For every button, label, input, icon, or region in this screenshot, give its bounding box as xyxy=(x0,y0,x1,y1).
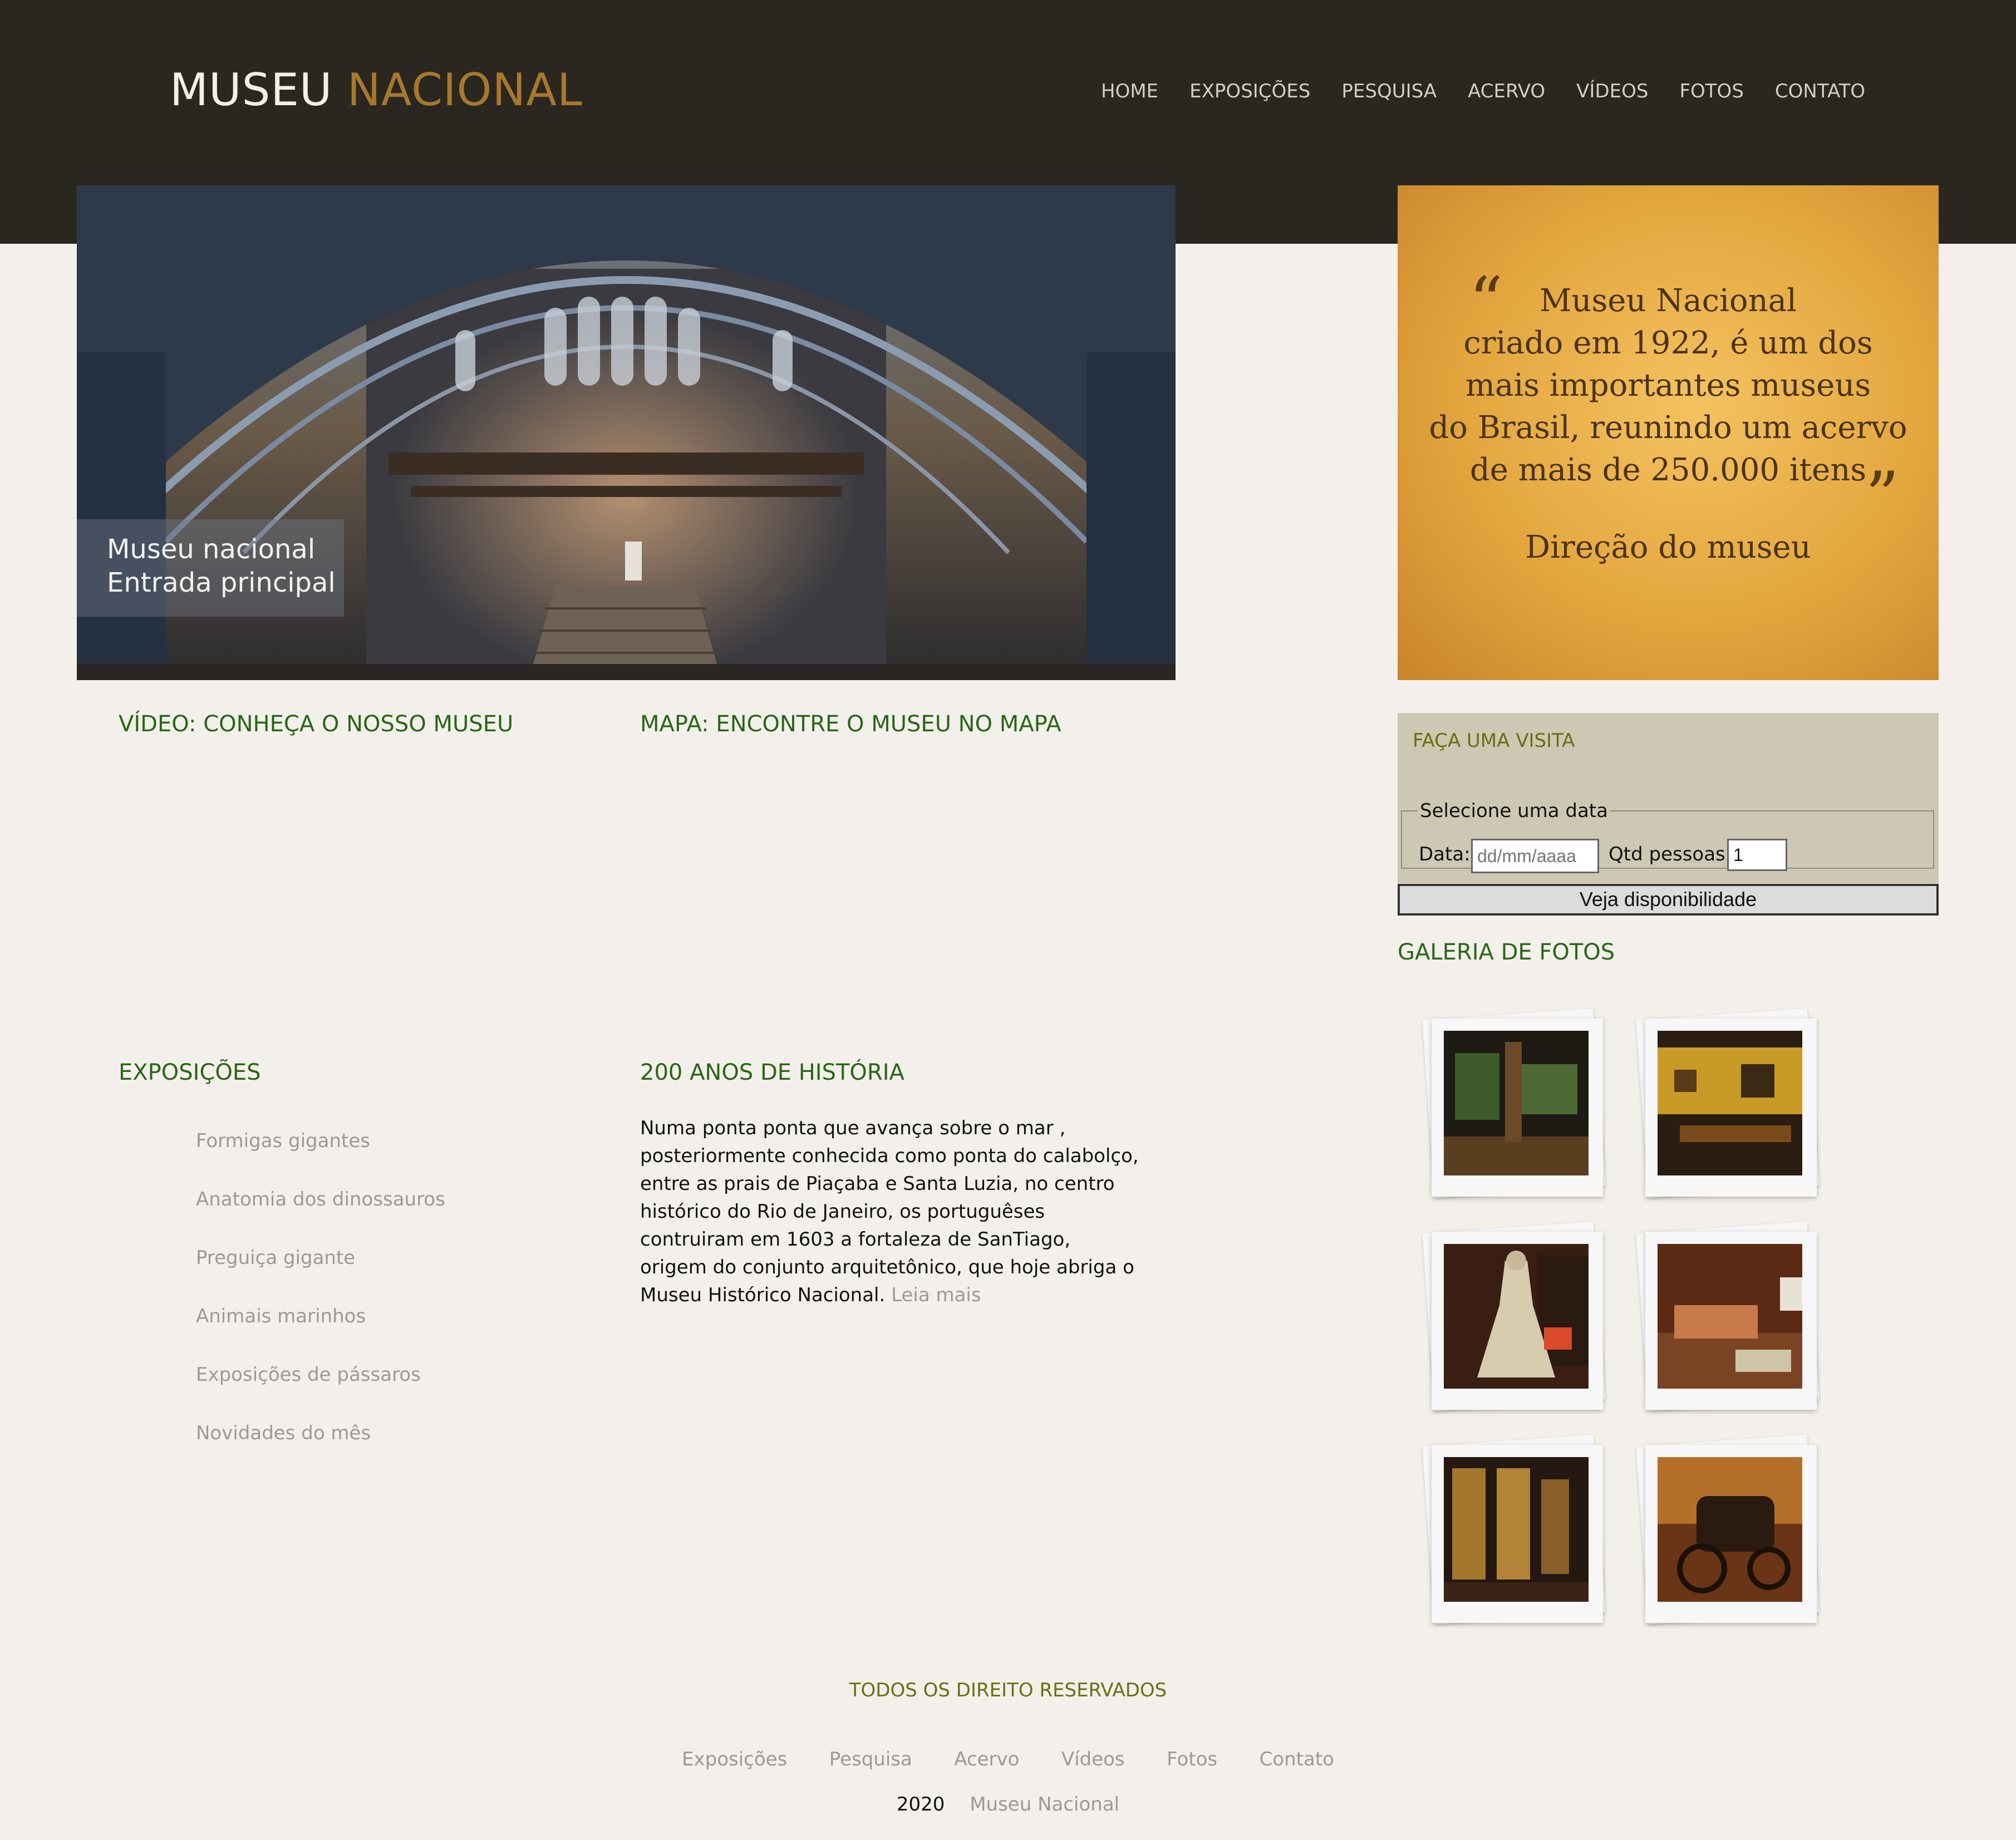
quote-close-mark: ” xyxy=(1865,458,1900,535)
history-section-title: 200 ANOS DE HISTÓRIA xyxy=(640,1060,904,1085)
exposition-link[interactable]: Anatomia dos dinossauros xyxy=(196,1188,445,1247)
main-nav: HOME EXPOSIÇÕES PESQUISA ACERVO VÍDEOS F… xyxy=(1101,80,1865,102)
visit-fieldset-legend: Selecione uma data xyxy=(1420,800,1608,822)
history-paragraph: Numa ponta ponta que avança sobre o mar … xyxy=(640,1114,1141,1309)
hero-caption-line1: Museu nacional xyxy=(107,534,316,565)
date-label: Data: xyxy=(1419,843,1471,865)
exposition-link[interactable]: Preguiça gigante xyxy=(196,1247,445,1305)
nav-home[interactable]: HOME xyxy=(1101,80,1158,102)
exposition-list: Formigas gigantes Anatomia dos dinossaur… xyxy=(196,1130,445,1480)
quote-banner: “ Museu Nacional criado em 1922, é um do… xyxy=(1398,185,1939,680)
nav-acervo[interactable]: ACERVO xyxy=(1468,80,1545,102)
gallery-dress-image xyxy=(1444,1244,1589,1389)
hero-image: Museu nacional Entrada principal xyxy=(77,185,1176,680)
quote-line: criado em 1922, é um dos xyxy=(1463,325,1873,361)
footer-site-name-link[interactable]: Museu Nacional xyxy=(970,1793,1119,1816)
quote-text: Museu Nacional criado em 1922, é um dos … xyxy=(1398,280,1939,491)
footer-link-contato[interactable]: Contato xyxy=(1260,1748,1334,1770)
quote-signature: Direção do museu xyxy=(1525,529,1811,565)
map-section-title: MAPA: ENCONTRE O MUSEU NO MAPA xyxy=(640,711,1061,737)
footer-copyright: 2020 Museu Nacional xyxy=(0,1793,2016,1816)
date-input[interactable] xyxy=(1471,839,1599,873)
gallery-hall-yellow-image xyxy=(1658,1031,1802,1175)
nav-pesquisa[interactable]: PESQUISA xyxy=(1341,80,1437,102)
gallery-photo-4[interactable] xyxy=(1636,1221,1820,1411)
gallery-photo-2[interactable] xyxy=(1636,1008,1820,1198)
read-more-link[interactable]: Leia mais xyxy=(891,1284,981,1306)
check-availability-button[interactable]: Veja disponibilidade xyxy=(1398,884,1939,916)
gallery-photo-1[interactable] xyxy=(1422,1008,1606,1198)
footer-link-pesquisa[interactable]: Pesquisa xyxy=(829,1748,912,1770)
qty-input[interactable] xyxy=(1727,839,1787,871)
quote-line: do Brasil, reunindo um acervo xyxy=(1429,410,1907,446)
footer-link-acervo[interactable]: Acervo xyxy=(954,1748,1019,1770)
nav-contato[interactable]: CONTATO xyxy=(1775,80,1865,102)
hero-caption: Museu nacional Entrada principal xyxy=(77,519,344,617)
gallery-photo-3[interactable] xyxy=(1422,1221,1606,1411)
footer-nav: Exposições Pesquisa Acervo Vídeos Fotos … xyxy=(0,1748,2016,1770)
visit-form-title: FAÇA UMA VISITA xyxy=(1413,730,1575,752)
exposition-link[interactable]: Exposições de pássaros xyxy=(196,1364,445,1422)
footer-year: 2020 xyxy=(896,1793,945,1816)
gallery-photo-6[interactable] xyxy=(1636,1434,1820,1625)
gallery-exhibit-room-image xyxy=(1658,1244,1802,1389)
footer-link-videos[interactable]: Vídeos xyxy=(1061,1748,1125,1770)
logo-word-nacional: NACIONAL xyxy=(347,64,583,116)
nav-videos[interactable]: VÍDEOS xyxy=(1576,80,1648,102)
gallery-hall-green-image xyxy=(1444,1031,1589,1175)
hero-caption-line2: Entrada principal xyxy=(107,567,336,598)
visit-date-fieldset: Selecione uma data Data: Qtd pessoas: xyxy=(1401,800,1934,873)
quote-line: mais importantes museus xyxy=(1465,367,1871,404)
nav-fotos[interactable]: FOTOS xyxy=(1679,80,1743,102)
qty-label: Qtd pessoas: xyxy=(1609,843,1732,865)
gallery-section-title: GALERIA DE FOTOS xyxy=(1398,939,1615,965)
footer-link-fotos[interactable]: Fotos xyxy=(1167,1748,1217,1770)
site-logo[interactable]: MUSEU NACIONAL xyxy=(170,64,583,116)
history-text: Numa ponta ponta que avança sobre o mar … xyxy=(640,1117,1139,1306)
logo-word-museu: MUSEU xyxy=(170,64,333,116)
exposition-link[interactable]: Animais marinhos xyxy=(196,1305,445,1364)
expo-section-title: EXPOSIÇÕES xyxy=(119,1060,261,1085)
footer-link-exposicoes[interactable]: Exposições xyxy=(682,1748,787,1770)
exposition-link[interactable]: Formigas gigantes xyxy=(196,1130,445,1188)
video-section-title: VÍDEO: CONHEÇA O NOSSO MUSEU xyxy=(119,711,514,737)
visit-form: FAÇA UMA VISITA Selecione uma data Data:… xyxy=(1398,713,1939,883)
gallery-photo-5[interactable] xyxy=(1422,1434,1606,1625)
quote-line: de mais de 250.000 itens xyxy=(1469,452,1867,488)
nav-exposicoes[interactable]: EXPOSIÇÕES xyxy=(1189,80,1310,102)
footer-title: TODOS OS DIREITO RESERVADOS xyxy=(849,1679,1167,1701)
gallery-windows-image xyxy=(1444,1457,1589,1602)
gallery-carriage-image xyxy=(1658,1457,1802,1602)
exposition-link[interactable]: Novidades do mês xyxy=(196,1422,445,1480)
quote-line: Museu Nacional xyxy=(1540,283,1797,319)
